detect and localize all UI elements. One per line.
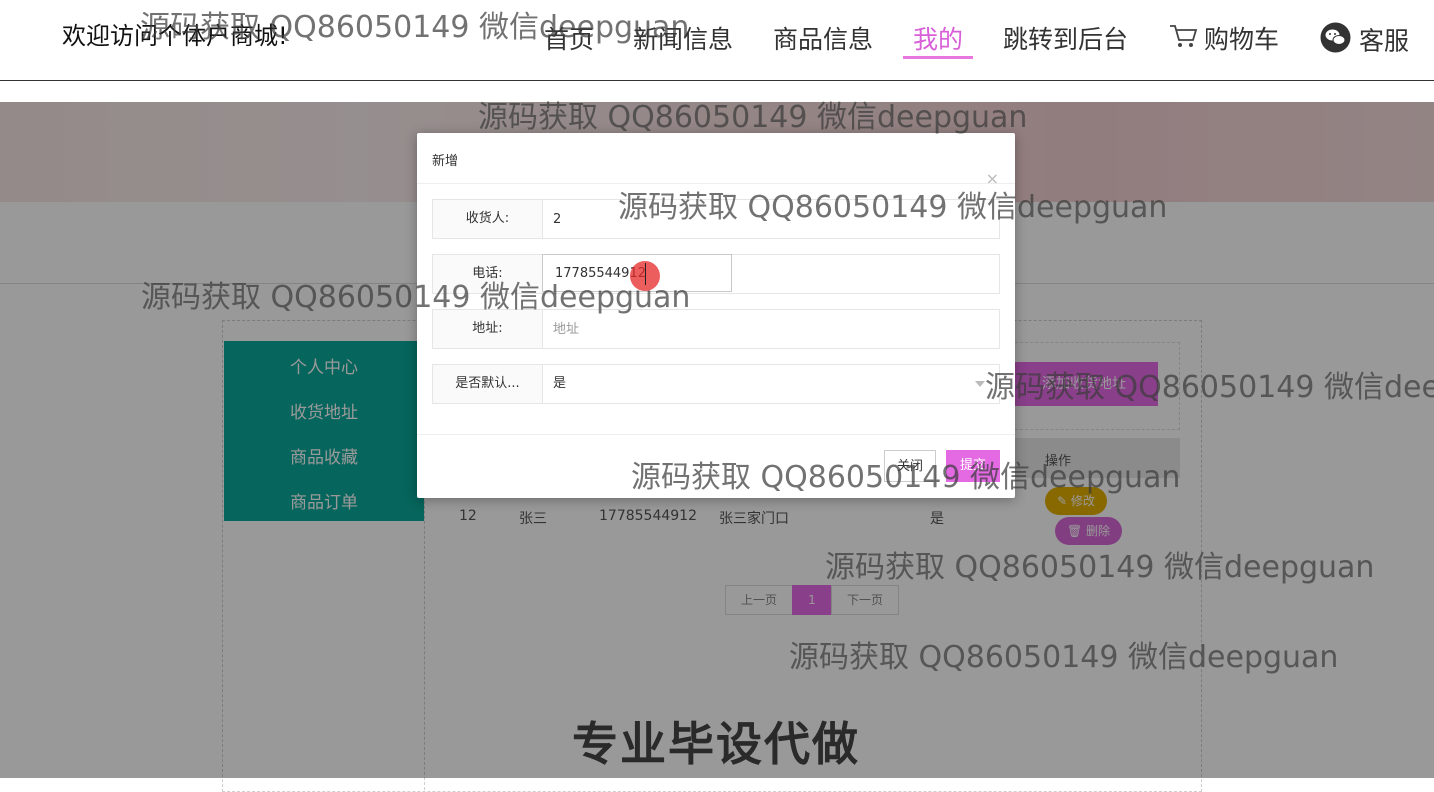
dialog-header-divider [417, 183, 1015, 184]
close-icon[interactable]: × [986, 169, 999, 188]
nav-mine[interactable]: 我的 [902, 22, 974, 59]
default-label: 是否默认... [433, 365, 543, 403]
welcome-text: 欢迎访问个体户商城! [62, 22, 288, 50]
address-label: 地址: [433, 310, 543, 348]
dialog-footer-divider [417, 434, 1015, 435]
cart-icon [1168, 22, 1198, 60]
nav-products[interactable]: 商品信息 [773, 22, 873, 58]
nav-service-label: 客服 [1359, 26, 1410, 56]
chevron-down-icon [975, 381, 985, 387]
receiver-input[interactable] [543, 200, 997, 238]
default-select-value: 是 [553, 376, 567, 391]
promo-watermark: 专业毕设代做 [572, 717, 860, 771]
dialog-title: 新增 [432, 154, 459, 169]
nav-cart[interactable]: 购物车 [1168, 22, 1279, 58]
receiver-label: 收货人: [433, 200, 543, 238]
text-cursor-icon [645, 263, 646, 285]
nav-service[interactable]: 客服 [1320, 22, 1409, 58]
address-row: 地址: [432, 309, 1000, 349]
receiver-row: 收货人: [432, 199, 1000, 239]
add-address-dialog: 新增 × 收货人: 电话: 17785544912 地址: 是否默认... 是 … [417, 133, 1015, 498]
nav-cart-label: 购物车 [1204, 25, 1280, 54]
nav-home[interactable]: 首页 [544, 22, 594, 58]
default-select[interactable]: 是 [543, 365, 997, 403]
nav-news[interactable]: 新闻信息 [633, 22, 733, 58]
submit-button[interactable]: 提交 [946, 450, 1000, 482]
close-button[interactable]: 关闭 [884, 450, 936, 482]
default-row: 是否默认... 是 [432, 364, 1000, 404]
top-navbar: 欢迎访问个体户商城! 首页 新闻信息 商品信息 我的 跳转到后台 购物车 客服 [0, 0, 1434, 81]
address-input[interactable] [543, 310, 997, 348]
wechat-icon [1320, 22, 1351, 63]
phone-label: 电话: [433, 255, 543, 293]
nav-backend[interactable]: 跳转到后台 [1003, 22, 1128, 58]
